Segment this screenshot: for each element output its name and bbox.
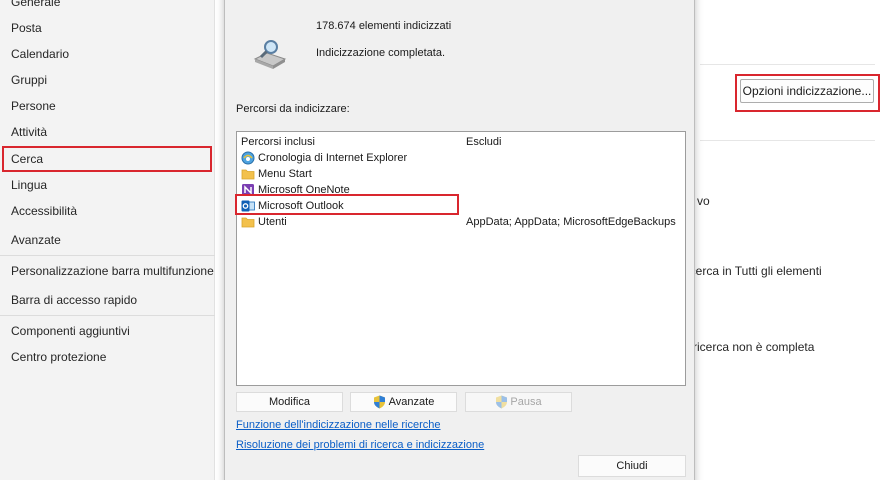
sidebar-divider xyxy=(0,315,215,316)
list-item-name: Menu Start xyxy=(258,168,312,180)
indexing-status: Indicizzazione completata. xyxy=(316,47,446,59)
modify-button[interactable]: Modifica xyxy=(236,392,343,412)
indexed-locations-list[interactable]: Percorsi inclusi Escludi Cronologia di I… xyxy=(236,131,686,386)
content-divider xyxy=(700,140,875,141)
column-header-exclude[interactable]: Escludi xyxy=(466,136,501,148)
advanced-button-label: Avanzate xyxy=(388,396,435,408)
pause-button-label: Pausa xyxy=(510,396,542,408)
folder-icon xyxy=(241,169,255,180)
partial-option-text: ricerca in Tutti gli elementi xyxy=(683,264,822,278)
advanced-button[interactable]: Avanzate xyxy=(350,392,457,412)
column-header-included[interactable]: Percorsi inclusi xyxy=(241,136,315,148)
folder-icon xyxy=(241,217,255,228)
shield-icon xyxy=(496,395,508,409)
list-item-exclusions: AppData; AppData; MicrosoftEdgeBackups xyxy=(466,216,676,228)
sidebar-item-barra-accesso-rapido[interactable]: Barra di accesso rapido xyxy=(11,293,137,307)
list-item[interactable]: Utenti xyxy=(241,214,287,230)
list-item[interactable]: Menu Start xyxy=(241,166,312,182)
shield-icon xyxy=(373,395,385,409)
indexing-options-button[interactable]: Opzioni indicizzazione... xyxy=(740,79,874,103)
indexed-count: 178.674 elementi indicizzati xyxy=(316,20,452,32)
sidebar-item-persone[interactable]: Persone xyxy=(11,99,56,113)
partial-option-text: a ricerca non è completa xyxy=(683,340,815,354)
sidebar-item-componenti-aggiuntivi[interactable]: Componenti aggiuntivi xyxy=(11,324,130,338)
outlook-highlight xyxy=(235,194,459,215)
cerca-highlight xyxy=(2,146,212,172)
content-divider xyxy=(700,64,875,65)
troubleshoot-link[interactable]: Risoluzione dei problemi di ricerca e in… xyxy=(236,439,484,451)
how-indexing-link[interactable]: Funzione dell'indicizzazione nelle ricer… xyxy=(236,419,441,431)
sidebar-item-accessibilita[interactable]: Accessibilità xyxy=(11,204,77,218)
indexing-options-dialog: 178.674 elementi indicizzati Indicizzazi… xyxy=(224,0,695,480)
sidebar-item-personalizzazione[interactable]: Personalizzazione barra multifunzione xyxy=(11,264,214,278)
list-item-name: Cronologia di Internet Explorer xyxy=(258,152,408,164)
sidebar-divider xyxy=(0,255,215,256)
list-item[interactable]: Cronologia di Internet Explorer xyxy=(241,150,407,166)
sidebar-item-lingua[interactable]: Lingua xyxy=(11,178,47,192)
indexing-status-icon xyxy=(253,40,287,69)
sidebar-item-generale[interactable]: Generale xyxy=(11,0,60,9)
options-sidebar: Generale Posta Calendario Gruppi Persone… xyxy=(0,0,215,480)
sidebar-item-posta[interactable]: Posta xyxy=(11,21,42,35)
ie-history-icon xyxy=(241,151,255,165)
sidebar-item-attivita[interactable]: Attività xyxy=(11,125,47,139)
list-item-name: Utenti xyxy=(258,216,287,228)
close-button[interactable]: Chiudi xyxy=(578,455,686,477)
paths-label: Percorsi da indicizzare: xyxy=(236,103,350,115)
sidebar-item-centro-protezione[interactable]: Centro protezione xyxy=(11,350,106,364)
sidebar-item-avanzate[interactable]: Avanzate xyxy=(11,233,61,247)
sidebar-item-calendario[interactable]: Calendario xyxy=(11,47,69,61)
partial-option-text: vo xyxy=(697,194,710,208)
pause-button: Pausa xyxy=(465,392,572,412)
sidebar-item-gruppi[interactable]: Gruppi xyxy=(11,73,47,87)
